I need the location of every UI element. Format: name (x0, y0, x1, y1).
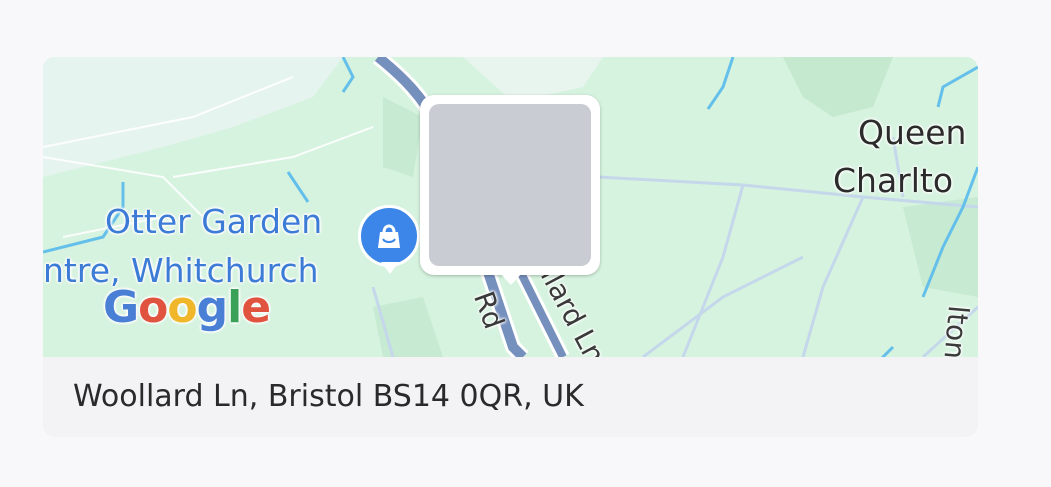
map-preview[interactable]: Otter Garden ntre, Whitchurch Queen Char… (43, 57, 978, 357)
photo-marker[interactable] (420, 95, 600, 285)
shopping-bag-icon (378, 224, 400, 248)
town-label-line1: Queen (858, 113, 967, 152)
poi-label-line1[interactable]: Otter Garden (105, 205, 322, 238)
road-label-3: lton (937, 304, 975, 357)
map-card[interactable]: Otter Garden ntre, Whitchurch Queen Char… (43, 57, 978, 437)
google-logo: Google (103, 282, 271, 333)
poi-pin[interactable] (358, 205, 420, 274)
photo-thumbnail-placeholder (429, 104, 591, 266)
address-text: Woollard Ln, Bristol BS14 0QR, UK (73, 379, 584, 414)
town-label-line2: Charlto (833, 161, 954, 200)
